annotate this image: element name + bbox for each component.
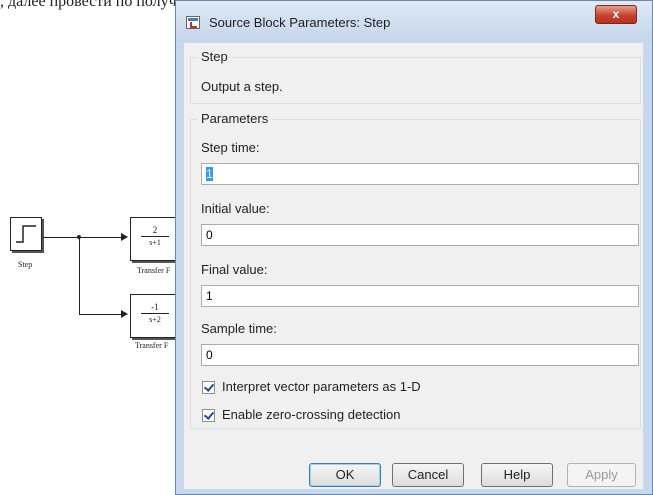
sample-time-label: Sample time:: [201, 321, 277, 336]
step-block-label: Step: [18, 260, 33, 269]
block-group-title: Step: [197, 49, 232, 64]
apply-button: Apply: [567, 463, 636, 487]
tf2-numerator: -1: [151, 302, 159, 312]
initial-value-label: Initial value:: [201, 201, 270, 216]
tf1-label: Transfer F: [137, 266, 171, 275]
dialog-title: Source Block Parameters: Step: [209, 15, 391, 30]
tf2-denominator: s+2: [149, 315, 161, 324]
wire-branch-vertical: [79, 237, 80, 314]
close-button[interactable]: x: [595, 5, 637, 24]
tf1-numerator: 2: [152, 225, 158, 235]
tf2-fraction-bar: [141, 313, 169, 314]
simulink-block-icon: [186, 16, 200, 29]
zero-crossing-checkbox[interactable]: [202, 409, 215, 422]
tf1-fraction-bar: [141, 236, 169, 237]
interpret-vector-label: Interpret vector parameters as 1-D: [222, 379, 421, 394]
step-time-label: Step time:: [201, 140, 260, 155]
arrow-to-tf2: [121, 310, 128, 318]
dialog-client-area: Step Output a step. Parameters Step time…: [184, 43, 643, 489]
step-block[interactable]: [10, 217, 42, 251]
final-value-input[interactable]: 1: [201, 285, 639, 307]
wire-branch: [79, 314, 123, 315]
tf2-label: Transfer F: [135, 341, 169, 350]
tf1-denominator: s+1: [149, 238, 161, 247]
ok-button[interactable]: OK: [309, 463, 381, 487]
block-parameters-dialog: Source Block Parameters: Step x Step Out…: [175, 0, 653, 495]
cancel-button[interactable]: Cancel: [392, 463, 464, 487]
step-icon: [16, 225, 36, 243]
interpret-vector-checkbox[interactable]: [202, 381, 215, 394]
help-button[interactable]: Help: [481, 463, 553, 487]
transfer-fcn-2[interactable]: -1 s+2: [130, 294, 180, 338]
sample-time-input[interactable]: 0: [201, 344, 639, 366]
arrow-to-tf1: [121, 233, 128, 241]
transfer-fcn-1[interactable]: 2 s+1: [130, 217, 180, 261]
dialog-titlebar[interactable]: Source Block Parameters: Step x: [176, 1, 652, 41]
step-time-input[interactable]: 1: [201, 163, 639, 185]
parameters-group-title: Parameters: [197, 111, 273, 126]
document-text: , далее провести по получить: [0, 0, 200, 10]
wire-main: [43, 237, 123, 238]
initial-value-input[interactable]: 0: [201, 224, 639, 246]
final-value-label: Final value:: [201, 262, 268, 277]
zero-crossing-label: Enable zero-crossing detection: [222, 407, 401, 422]
block-description: Output a step.: [201, 79, 283, 94]
step-time-value: 1: [206, 167, 213, 181]
